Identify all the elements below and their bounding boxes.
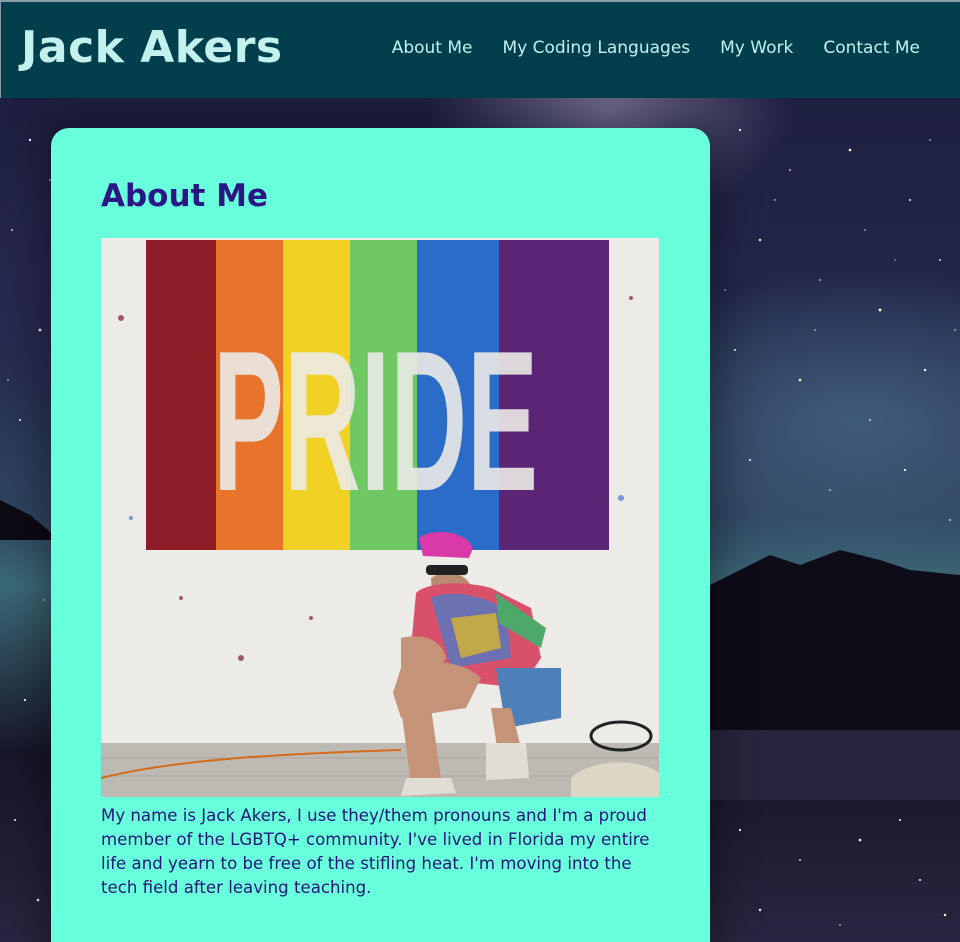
about-me-bio: My name is Jack Akers, I use they/them p… — [101, 806, 650, 897]
nav-link-coding-languages[interactable]: My Coding Languages — [503, 38, 691, 58]
main-navigation: About Me My Coding Languages My Work Con… — [392, 38, 920, 58]
nav-link-my-work[interactable]: My Work — [720, 38, 793, 58]
photo-pride-sign: PRIDE — [213, 310, 538, 533]
about-me-heading: About Me — [101, 178, 269, 214]
nav-link-about-me[interactable]: About Me — [392, 38, 473, 58]
nav-link-contact-me[interactable]: Contact Me — [823, 38, 920, 58]
about-me-card: About Me PRIDE My name is Jack Akers, I … — [51, 128, 710, 942]
profile-photo: PRIDE — [101, 238, 659, 797]
site-header: Jack Akers About Me My Coding Languages … — [0, 0, 960, 98]
site-title[interactable]: Jack Akers — [21, 22, 283, 73]
